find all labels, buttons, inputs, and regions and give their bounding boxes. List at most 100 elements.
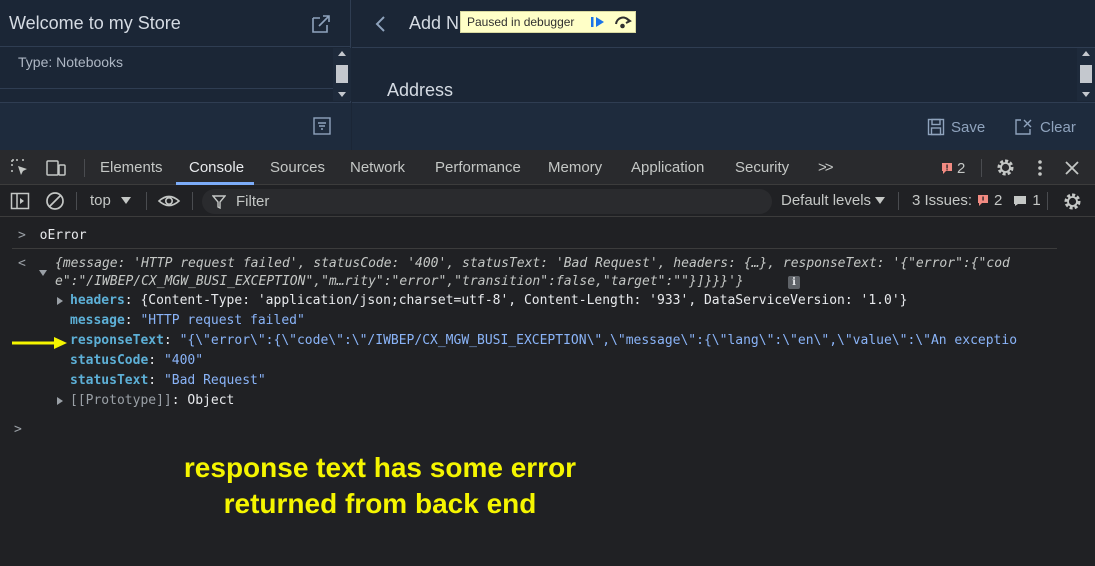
scroll-down-icon[interactable] bbox=[338, 92, 346, 97]
property-row-headers[interactable]: headers: {Content-Type: 'application/jso… bbox=[70, 293, 907, 308]
tab-application[interactable]: Application bbox=[631, 159, 704, 176]
collapse-caret-icon[interactable] bbox=[39, 270, 47, 276]
list-item-notebooks[interactable]: Type: Notebooks bbox=[0, 48, 333, 89]
close-devtools-icon[interactable] bbox=[1064, 160, 1080, 176]
detail-scrollbar[interactable] bbox=[1077, 48, 1095, 101]
chevron-down-icon bbox=[875, 197, 886, 204]
yellow-arrow-annotation bbox=[12, 337, 67, 349]
tab-network[interactable]: Network bbox=[350, 159, 405, 176]
issues-count: 2 bbox=[957, 160, 966, 177]
toolbar-separator bbox=[76, 192, 77, 210]
console-settings-icon[interactable] bbox=[1062, 191, 1083, 212]
info-message-icon bbox=[1014, 195, 1027, 206]
property-row-prototype[interactable]: [[Prototype]]: Object bbox=[70, 393, 234, 408]
active-tab-indicator bbox=[176, 182, 254, 185]
chevron-down-icon bbox=[120, 197, 131, 204]
annotation-line-2: returned from back end bbox=[223, 488, 537, 519]
filter-placeholder: Filter bbox=[236, 193, 270, 210]
scroll-down-icon[interactable] bbox=[1082, 92, 1090, 97]
console-divider bbox=[12, 248, 1057, 249]
tab-sources[interactable]: Sources bbox=[270, 159, 325, 176]
save-label: Save bbox=[951, 118, 986, 136]
settings-gear-icon[interactable] bbox=[995, 157, 1016, 178]
filter-funnel-icon bbox=[212, 195, 226, 209]
master-footer bbox=[0, 102, 351, 150]
property-row-responsetext: responseText: "{\"error\":{\"code\":\"/I… bbox=[70, 333, 1018, 348]
property-value: "HTTP request failed" bbox=[140, 313, 305, 328]
detail-divider bbox=[352, 47, 1095, 48]
toolbar-separator bbox=[146, 192, 147, 210]
clear-console-icon[interactable] bbox=[45, 191, 65, 211]
page-title: Add N bbox=[409, 13, 460, 33]
scroll-up-icon[interactable] bbox=[338, 51, 346, 56]
object-preview-line-2: e":"/IWBEP/CX_MGW_BUSI_EXCEPTION","m…rit… bbox=[55, 274, 744, 289]
result-return-icon: < bbox=[18, 256, 26, 271]
issue-flag-icon bbox=[978, 195, 989, 206]
log-levels-dropdown[interactable]: Default levels bbox=[781, 192, 886, 209]
resume-icon[interactable] bbox=[588, 13, 608, 31]
console-toolbar: top Filter Default levels 3 Issues: 2 1 bbox=[0, 186, 1095, 217]
devtools-tab-bar: Elements Console Sources Network Perform… bbox=[0, 150, 1095, 185]
toolbar-separator bbox=[1047, 192, 1048, 210]
issues-label: 3 Issues: bbox=[912, 192, 973, 209]
tab-elements[interactable]: Elements bbox=[100, 159, 163, 176]
save-button[interactable]: Save bbox=[927, 116, 985, 138]
console-input-line: > oError bbox=[18, 228, 87, 243]
issue-flag-icon bbox=[942, 163, 952, 174]
save-icon bbox=[927, 118, 945, 136]
property-row-statustext: statusText: "Bad Request" bbox=[70, 373, 266, 388]
more-tabs-button[interactable]: >> bbox=[818, 159, 833, 176]
property-value: Object bbox=[187, 393, 235, 408]
scroll-thumb[interactable] bbox=[336, 65, 348, 83]
store-title: Welcome to my Store bbox=[9, 13, 181, 33]
toolbar-separator bbox=[84, 159, 85, 177]
tab-console[interactable]: Console bbox=[189, 159, 244, 176]
back-icon[interactable] bbox=[372, 14, 390, 34]
master-scrollbar[interactable] bbox=[333, 48, 351, 101]
console-filter-input[interactable]: Filter bbox=[202, 189, 772, 214]
issues-counter[interactable]: 3 Issues: 2 1 bbox=[912, 192, 1041, 209]
scroll-thumb[interactable] bbox=[1080, 65, 1092, 83]
scroll-up-icon[interactable] bbox=[1082, 51, 1090, 56]
share-icon[interactable] bbox=[310, 13, 332, 35]
input-prompt-icon: > bbox=[18, 228, 26, 243]
annotation-text: response text has some error returned fr… bbox=[100, 450, 660, 522]
filter-icon[interactable] bbox=[313, 117, 331, 135]
clear-icon bbox=[1015, 119, 1032, 135]
device-toolbar-icon[interactable] bbox=[45, 158, 67, 178]
context-selector[interactable]: top bbox=[90, 192, 131, 209]
issues-badge[interactable]: 2 bbox=[941, 160, 965, 177]
tab-performance[interactable]: Performance bbox=[435, 159, 521, 176]
toolbar-separator bbox=[898, 192, 899, 210]
tab-memory[interactable]: Memory bbox=[548, 159, 602, 176]
live-expression-eye-icon[interactable] bbox=[157, 192, 181, 210]
sidebar-toggle-icon[interactable] bbox=[10, 192, 30, 210]
property-value: "400" bbox=[163, 353, 204, 368]
step-over-icon[interactable] bbox=[613, 13, 633, 31]
object-preview-line-1[interactable]: {message: 'HTTP request failed', statusC… bbox=[55, 256, 1010, 271]
property-value: {Content-Type: 'application/json;charset… bbox=[140, 293, 908, 308]
log-levels-value: Default levels bbox=[781, 192, 872, 209]
paused-in-debugger-banner: Paused in debugger bbox=[460, 11, 636, 33]
toolbar-separator bbox=[192, 192, 193, 210]
issues-info-count: 1 bbox=[1032, 192, 1041, 209]
inspect-element-icon[interactable] bbox=[10, 158, 30, 178]
issues-error-count: 2 bbox=[994, 192, 1003, 209]
clear-button[interactable]: Clear bbox=[1014, 116, 1076, 138]
tab-security[interactable]: Security bbox=[735, 159, 789, 176]
info-icon[interactable]: i bbox=[788, 276, 800, 289]
debugger-status-text: Paused in debugger bbox=[467, 15, 575, 29]
expand-caret-icon[interactable] bbox=[57, 297, 63, 305]
property-row-message: message: "HTTP request failed" bbox=[70, 313, 305, 328]
property-value: "{\"error\":{\"code\":\"/IWBEP/CX_MGW_BU… bbox=[179, 333, 1018, 348]
master-header: Welcome to my Store bbox=[0, 0, 351, 47]
context-selector-value: top bbox=[90, 192, 111, 209]
toolbar-separator bbox=[981, 159, 982, 177]
list-item-label: Type: Notebooks bbox=[18, 54, 124, 70]
more-options-icon[interactable] bbox=[1036, 158, 1044, 178]
input-expression: oError bbox=[39, 228, 87, 243]
expand-caret-icon[interactable] bbox=[57, 397, 63, 405]
console-prompt[interactable]: > bbox=[14, 422, 22, 437]
section-heading-address: Address bbox=[387, 80, 454, 100]
app-area: Welcome to my Store Type: Notebooks Add … bbox=[0, 0, 1095, 150]
